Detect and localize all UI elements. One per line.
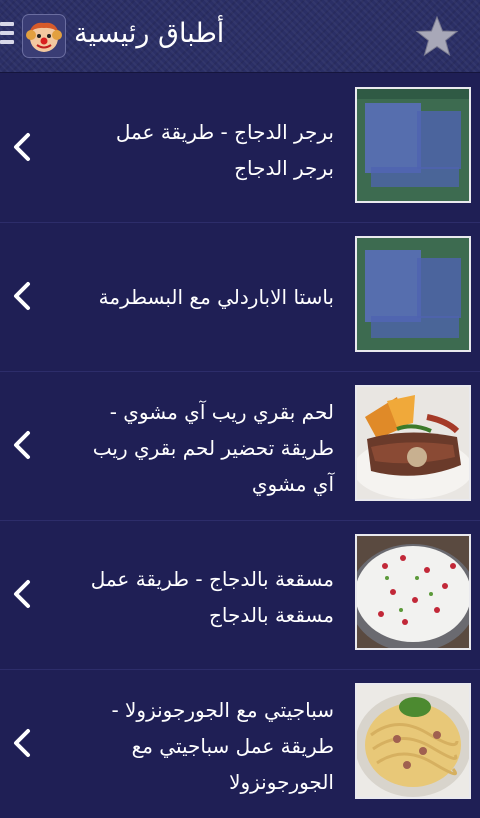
list-item[interactable]: مسقعة بالدجاج - طريقة عمل مسقعة بالدجاج <box>0 521 480 670</box>
recipe-title: برجر الدجاج - طريقة عمل برجر الدجاج <box>115 120 334 180</box>
chevron-left-icon <box>14 431 30 459</box>
list-item[interactable]: باستا الاباردلي مع البسطرمة <box>0 223 480 372</box>
chevron-left-icon <box>14 133 30 161</box>
recipe-title: باستا الاباردلي مع البسطرمة <box>98 285 334 309</box>
hamburger-menu-icon[interactable] <box>0 22 14 46</box>
list-item[interactable]: برجر الدجاج - طريقة عمل برجر الدجاج <box>0 74 480 223</box>
chevron-left-icon <box>14 282 30 310</box>
recipe-list: برجر الدجاج - طريقة عمل برجر الدجاج باست… <box>0 74 480 818</box>
recipe-title: لحم بقري ريب آي مشوي - طريقة تحضير لحم ب… <box>92 400 334 496</box>
recipe-title: سباجيتي مع الجورجونزولا - طريقة عمل سباج… <box>111 698 334 794</box>
page-title: أطباق رئيسية <box>74 18 225 49</box>
clown-avatar-icon[interactable] <box>22 14 66 58</box>
chevron-left-icon <box>14 580 30 608</box>
star-icon[interactable] <box>414 14 460 60</box>
grilled-ribeye-photo <box>355 385 471 501</box>
placeholder-thumbnail <box>355 87 471 203</box>
chevron-left-icon <box>14 729 30 757</box>
chicken-musaqa-photo <box>355 534 471 650</box>
app-header: أطباق رئيسية <box>0 0 480 73</box>
placeholder-thumbnail <box>355 236 471 352</box>
list-item[interactable]: سباجيتي مع الجورجونزولا - طريقة عمل سباج… <box>0 670 480 818</box>
spaghetti-gorgonzola-photo <box>355 683 471 799</box>
list-item[interactable]: لحم بقري ريب آي مشوي - طريقة تحضير لحم ب… <box>0 372 480 521</box>
recipe-title: مسقعة بالدجاج - طريقة عمل مسقعة بالدجاج <box>90 567 334 627</box>
